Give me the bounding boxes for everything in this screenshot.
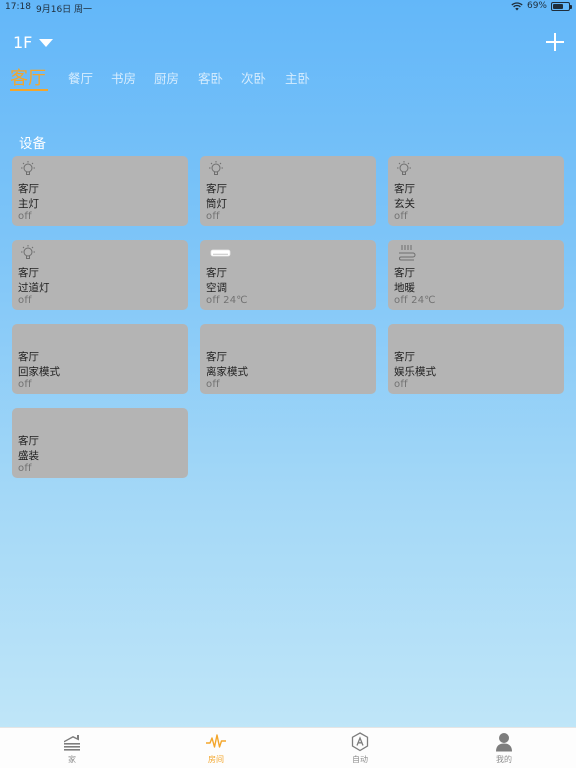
tab-home[interactable]: 家 xyxy=(0,728,144,768)
wifi-icon xyxy=(511,1,523,10)
device-card[interactable]: 客厅 玄关 off xyxy=(388,156,564,226)
bulb-icon xyxy=(397,161,411,175)
status-right: 69% xyxy=(511,1,572,11)
device-state: off xyxy=(18,463,32,474)
device-room: 客厅 xyxy=(206,351,227,363)
device-state: off xyxy=(394,379,408,390)
device-state: off xyxy=(18,295,32,306)
room-tab-living-room[interactable]: 客厅 xyxy=(10,64,46,90)
person-icon xyxy=(496,733,512,752)
tab-label: 我的 xyxy=(496,755,512,764)
device-state: off 24℃ xyxy=(206,295,248,306)
floor-label: 1F xyxy=(13,33,33,52)
battery-percent: 69% xyxy=(526,1,547,11)
device-name: 过道灯 xyxy=(18,282,50,294)
pulse-icon xyxy=(206,734,226,748)
air-conditioner-icon xyxy=(210,249,231,257)
room-tab-second-bedroom[interactable]: 次卧 xyxy=(241,68,266,87)
device-name: 空调 xyxy=(206,282,227,294)
room-tab-kitchen[interactable]: 厨房 xyxy=(154,68,179,87)
bulb-icon xyxy=(21,161,35,175)
status-date: 9月16日 周一 xyxy=(36,5,93,15)
device-state: off 24℃ xyxy=(394,295,436,306)
status-bar: 17:18 9月16日 周一 69% xyxy=(0,0,576,16)
device-name: 娱乐模式 xyxy=(394,366,436,378)
device-name: 回家模式 xyxy=(18,366,60,378)
scene-card[interactable]: 客厅 离家模式 off xyxy=(200,324,376,394)
tab-profile[interactable]: 我的 xyxy=(432,728,576,768)
device-name: 筒灯 xyxy=(206,198,227,210)
device-room: 客厅 xyxy=(206,267,227,279)
device-state: off xyxy=(394,211,408,222)
scene-card[interactable]: 客厅 盛装 off xyxy=(12,408,188,478)
bulb-icon xyxy=(209,161,223,175)
triangle-down-icon xyxy=(39,38,54,47)
floor-heating-icon xyxy=(399,245,416,261)
device-state: off xyxy=(206,379,220,390)
device-room: 客厅 xyxy=(18,267,39,279)
device-name: 主灯 xyxy=(18,198,39,210)
device-name: 玄关 xyxy=(394,198,415,210)
scene-card[interactable]: 客厅 回家模式 off xyxy=(12,324,188,394)
room-tab-master-bedroom[interactable]: 主卧 xyxy=(285,68,310,87)
home-icon xyxy=(64,735,80,751)
active-tab-indicator xyxy=(10,89,48,91)
battery-fill xyxy=(553,3,564,9)
device-room: 客厅 xyxy=(394,351,415,363)
bulb-icon xyxy=(21,245,35,259)
add-button[interactable] xyxy=(546,33,564,51)
device-state: off xyxy=(206,211,220,222)
tab-label: 家 xyxy=(68,755,76,764)
device-card[interactable]: 客厅 主灯 off xyxy=(12,156,188,226)
scene-card[interactable]: 客厅 娱乐模式 off xyxy=(388,324,564,394)
device-card[interactable]: 客厅 空调 off 24℃ xyxy=(200,240,376,310)
device-state: off xyxy=(18,211,32,222)
device-name: 离家模式 xyxy=(206,366,248,378)
status-time: 17:18 xyxy=(5,2,31,12)
device-state: off xyxy=(18,379,32,390)
tab-automation[interactable]: 自动 xyxy=(288,728,432,768)
tab-label: 自动 xyxy=(352,755,368,764)
device-room: 客厅 xyxy=(394,267,415,279)
automation-icon xyxy=(351,732,369,752)
device-room: 客厅 xyxy=(18,435,39,447)
device-name: 地暖 xyxy=(394,282,415,294)
device-room: 客厅 xyxy=(206,183,227,195)
room-tab-study[interactable]: 书房 xyxy=(111,68,136,87)
device-room: 客厅 xyxy=(18,351,39,363)
device-room: 客厅 xyxy=(18,183,39,195)
device-card[interactable]: 客厅 过道灯 off xyxy=(12,240,188,310)
tab-label: 房间 xyxy=(208,755,224,764)
battery-icon xyxy=(551,1,572,11)
room-tab-dining-room[interactable]: 餐厅 xyxy=(68,68,93,87)
section-title: 设备 xyxy=(19,136,46,152)
room-tab-guest-bedroom[interactable]: 客卧 xyxy=(198,68,223,87)
bottom-tab-bar: 家 房间 自动 我的 xyxy=(0,727,576,768)
device-card[interactable]: 客厅 筒灯 off xyxy=(200,156,376,226)
tab-rooms[interactable]: 房间 xyxy=(144,728,288,768)
device-room: 客厅 xyxy=(394,183,415,195)
floor-selector[interactable]: 1F xyxy=(13,33,54,52)
device-card[interactable]: 客厅 地暖 off 24℃ xyxy=(388,240,564,310)
device-name: 盛装 xyxy=(18,450,39,462)
